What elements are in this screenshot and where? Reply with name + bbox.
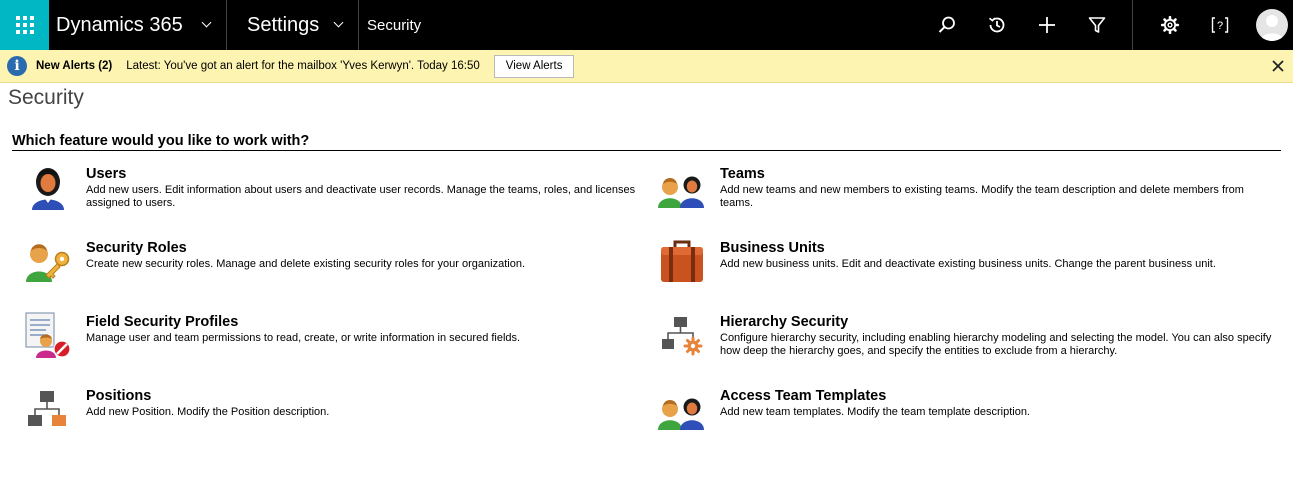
alert-message: Latest: You've got an alert for the mail… xyxy=(126,60,480,72)
app-switcher[interactable]: Dynamics 365 xyxy=(49,0,227,50)
feature-description: Manage user and team permissions to read… xyxy=(86,332,521,344)
waffle-icon xyxy=(15,16,34,34)
user-profile-icon xyxy=(1260,15,1284,41)
feature-name[interactable]: Positions xyxy=(86,388,329,404)
feature-name[interactable]: Users xyxy=(86,166,644,182)
breadcrumb-current: Security xyxy=(367,16,422,34)
view-alerts-button[interactable]: View Alerts xyxy=(493,54,575,78)
feature-name[interactable]: Access Team Templates xyxy=(720,388,1030,404)
feature-description: Add new users. Edit information about us… xyxy=(86,184,636,209)
user-icon xyxy=(32,168,64,210)
search-button[interactable] xyxy=(922,0,972,50)
hierarchy-icon xyxy=(28,391,66,426)
feature-description: Create new security roles. Manage and de… xyxy=(86,258,526,270)
feature-access-team-templates[interactable]: Access Team Templates Add new team templ… xyxy=(658,385,1278,433)
gear-icon xyxy=(1160,15,1180,35)
feature-positions[interactable]: Positions Add new Position. Modify the P… xyxy=(24,385,644,433)
svg-text:?: ? xyxy=(1217,20,1223,32)
feature-description: Configure hierarchy security, including … xyxy=(720,332,1272,357)
team-template-icon xyxy=(658,398,704,430)
feature-question-heading: Which feature would you like to work wit… xyxy=(12,133,1281,151)
alert-title: New Alerts (2) xyxy=(36,60,113,72)
feature-description: Add new team templates. Modify the team … xyxy=(720,406,1030,418)
toolbar-divider xyxy=(1132,0,1133,50)
feature-teams[interactable]: Teams Add new teams and new members to e… xyxy=(658,163,1278,211)
team-icon xyxy=(658,176,704,208)
app-launcher-button[interactable] xyxy=(0,0,49,50)
plus-icon xyxy=(1039,17,1055,33)
feature-description: Add new business units. Edit and deactiv… xyxy=(720,258,1216,270)
briefcase-icon xyxy=(661,240,703,282)
field-security-icon xyxy=(25,312,71,358)
close-icon[interactable] xyxy=(1271,59,1285,73)
recent-records-button[interactable] xyxy=(972,0,1022,50)
feature-description: Add new Position. Modify the Position de… xyxy=(86,406,330,418)
create-record-button[interactable] xyxy=(1022,0,1072,50)
area-name: Settings xyxy=(247,13,320,36)
page-title: Security xyxy=(8,86,84,109)
history-icon xyxy=(988,17,1005,33)
feature-description: Add new teams and new members to existin… xyxy=(720,184,1244,209)
feature-name[interactable]: Security Roles xyxy=(86,240,525,256)
help-icon: ? xyxy=(1211,17,1229,33)
info-icon: i xyxy=(7,56,27,76)
feature-field-security-profiles[interactable]: Field Security Profiles Manage user and … xyxy=(24,311,644,359)
help-button[interactable]: ? xyxy=(1195,0,1245,50)
feature-name[interactable]: Hierarchy Security xyxy=(720,314,1278,330)
feature-hierarchy-security[interactable]: Hierarchy Security Configure hierarchy s… xyxy=(658,311,1278,359)
breadcrumb[interactable]: Security xyxy=(359,0,421,50)
filter-icon xyxy=(1088,17,1106,33)
alert-notification-bar: i New Alerts (2) Latest: You've got an a… xyxy=(0,50,1293,83)
feature-name[interactable]: Field Security Profiles xyxy=(86,314,520,330)
feature-security-roles[interactable]: Security Roles Create new security roles… xyxy=(24,237,644,285)
avatar[interactable] xyxy=(1256,9,1288,41)
settings-button[interactable] xyxy=(1145,0,1195,50)
security-role-icon xyxy=(26,244,70,282)
area-switcher[interactable]: Settings xyxy=(227,0,359,50)
search-icon xyxy=(938,16,955,33)
feature-users[interactable]: Users Add new users. Edit information ab… xyxy=(24,163,644,211)
hierarchy-security-icon xyxy=(662,317,703,356)
advanced-find-button[interactable] xyxy=(1072,0,1122,50)
feature-name[interactable]: Business Units xyxy=(720,240,1216,256)
chevron-down-icon xyxy=(333,17,344,28)
feature-name[interactable]: Teams xyxy=(720,166,1278,182)
feature-business-units[interactable]: Business Units Add new business units. E… xyxy=(658,237,1278,285)
top-nav-bar: Dynamics 365 Settings Security ? xyxy=(0,0,1293,50)
app-name: Dynamics 365 xyxy=(56,13,183,36)
chevron-down-icon xyxy=(201,17,212,28)
